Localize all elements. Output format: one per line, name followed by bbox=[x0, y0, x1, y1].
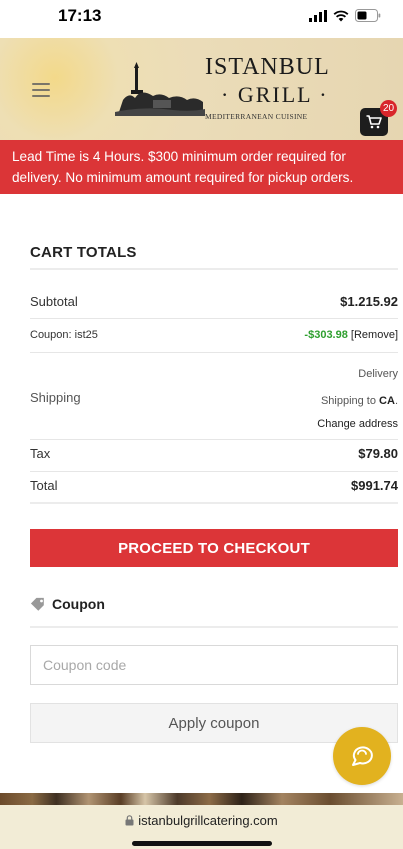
divider bbox=[30, 352, 398, 353]
coupon-code-input[interactable] bbox=[30, 645, 398, 685]
site-header: ISTANBUL · GRILL · MEDITERRANEAN CUISINE… bbox=[0, 38, 403, 140]
logo-tagline: MEDITERRANEAN CUISINE bbox=[205, 112, 308, 121]
shipping-to-prefix: Shipping to bbox=[320, 395, 380, 407]
status-bar: 17:13 bbox=[0, 0, 403, 38]
food-photo-strip bbox=[0, 793, 403, 805]
logo-subtitle: · GRILL · bbox=[221, 82, 329, 107]
cart-totals-title: CART TOTALS bbox=[30, 244, 137, 261]
signal-icon bbox=[309, 9, 327, 22]
coupon-discount: -$303.98 bbox=[304, 329, 348, 341]
shipping-label: Shipping bbox=[30, 390, 81, 405]
cart-icon bbox=[366, 115, 382, 129]
coupon-heading: Coupon bbox=[30, 596, 105, 612]
home-indicator[interactable] bbox=[132, 841, 272, 846]
divider bbox=[30, 268, 398, 270]
chat-button[interactable] bbox=[333, 727, 391, 785]
coupon-applied-label: Coupon: ist25 bbox=[30, 329, 98, 341]
menu-icon[interactable] bbox=[32, 83, 50, 101]
tax-label: Tax bbox=[30, 446, 51, 461]
tax-value: $79.80 bbox=[358, 446, 398, 461]
mosque-skyline-icon bbox=[115, 62, 205, 116]
shipping-region: CA bbox=[379, 395, 395, 407]
battery-icon bbox=[355, 9, 381, 22]
chat-icon bbox=[352, 746, 373, 766]
site-logo[interactable]: ISTANBUL · GRILL · MEDITERRANEAN CUISINE bbox=[113, 52, 329, 124]
status-time: 17:13 bbox=[58, 6, 102, 25]
divider bbox=[30, 318, 398, 319]
divider bbox=[30, 502, 398, 504]
subtotal-value: $1.215.92 bbox=[340, 294, 398, 309]
lock-icon bbox=[125, 815, 134, 826]
url-text: istanbulgrillcatering.com bbox=[138, 813, 278, 828]
shipping-method: Delivery bbox=[358, 368, 398, 380]
url-display[interactable]: istanbulgrillcatering.com bbox=[0, 813, 403, 828]
shipping-destination: Shipping to CA. bbox=[321, 395, 398, 407]
lead-time-banner: Lead Time is 4 Hours. $300 minimum order… bbox=[0, 140, 403, 194]
logo-title: ISTANBUL bbox=[205, 54, 330, 80]
wifi-icon bbox=[333, 10, 349, 21]
cart-count-badge: 20 bbox=[380, 100, 398, 117]
browser-url-bar[interactable]: istanbulgrillcatering.com bbox=[0, 805, 403, 849]
tag-icon bbox=[30, 597, 44, 611]
total-label: Total bbox=[30, 478, 58, 493]
divider bbox=[30, 439, 398, 440]
divider bbox=[30, 626, 398, 628]
total-value: $991.74 bbox=[351, 478, 398, 493]
coupon-applied-value: -$303.98 [Remove] bbox=[304, 329, 398, 341]
shipping-to-suffix: . bbox=[394, 395, 398, 407]
subtotal-label: Subtotal bbox=[30, 294, 78, 309]
proceed-to-checkout-button[interactable]: PROCEED TO CHECKOUT bbox=[30, 529, 398, 567]
change-address-link[interactable]: Change address bbox=[317, 418, 398, 430]
status-icons bbox=[309, 9, 381, 22]
divider bbox=[30, 471, 398, 472]
remove-coupon-link[interactable]: [Remove] bbox=[351, 329, 398, 341]
coupon-title: Coupon bbox=[52, 596, 105, 612]
